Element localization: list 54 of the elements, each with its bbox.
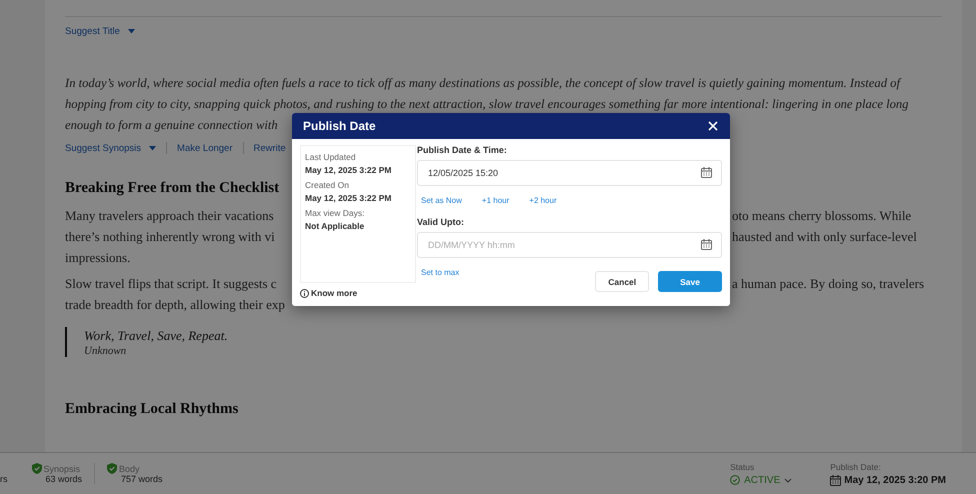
action-link[interactable]: Rewrite: [254, 142, 286, 154]
check-circle-icon: [730, 475, 740, 485]
info-label: Max view Days:: [305, 208, 365, 218]
quick-set-link[interactable]: +2 hour: [529, 196, 557, 205]
publish-date-label: Publish Date:: [830, 462, 882, 472]
section-heading: Breaking Free from the Checklist: [65, 180, 280, 197]
info-label: Last Updated: [305, 152, 356, 162]
paragraph-text: there’s nothing inherently wrong with vi: [65, 228, 275, 246]
save-button[interactable]: Save: [658, 271, 722, 292]
paragraph-text: hopping from city to city, snapping quick photos, and rushing to the next attraction, slow travel encourages something far more intentional: lingering in one place long: [65, 96, 908, 113]
quick-set-link[interactable]: +1 hour: [482, 196, 510, 205]
word-count: 757 words: [120, 474, 163, 484]
field-label: Publish Date & Time:: [417, 145, 507, 155]
date-input-field[interactable]: 12/05/2025 15:20: [417, 160, 722, 186]
paragraph-text: hausted and with only surface-level: [732, 228, 917, 246]
paragraph-text: Many travelers approach their vacations: [65, 207, 274, 225]
close-button[interactable]: [708, 121, 718, 131]
paragraph-text: Slow travel flips that script. It suggests c: [65, 275, 277, 293]
word-count: rs: [0, 474, 8, 484]
action-link[interactable]: Suggest Title: [65, 26, 135, 36]
paragraph-text: a human pace. By doing so, travelers: [732, 275, 924, 293]
status-label: Status: [730, 462, 756, 472]
action-link[interactable]: Make Longer: [177, 142, 232, 154]
info-label: Created On: [305, 180, 349, 190]
close-icon: [708, 121, 718, 131]
section-heading: Embracing Local Rhythms: [65, 401, 238, 418]
info-value: May 12, 2025 3:22 PM: [305, 165, 392, 175]
quote-text: Work, Travel, Save, Repeat.: [84, 327, 228, 345]
word-count: 63 words: [44, 474, 82, 484]
calendar-icon: [830, 474, 842, 486]
paragraph-text: oto means cherry blossoms. While: [732, 207, 912, 225]
quick-set-link[interactable]: Set as Now: [421, 196, 462, 205]
info-value: Not Applicable: [305, 221, 364, 231]
chevron-down-icon: [784, 478, 792, 482]
publish-date-value: May 12, 2025 3:20 PM: [844, 474, 946, 486]
field-label: Valid Upto:: [417, 217, 464, 227]
count-label: Body: [119, 464, 140, 474]
know-more-link[interactable]: Know more: [300, 288, 358, 298]
info-icon: [300, 288, 309, 298]
quote-author: Unknown: [84, 345, 128, 357]
paragraph-text: enough to form a genuine connection with: [65, 117, 278, 134]
paragraph-text: In today’s world, where social media often fuels a race to tick off as many destinations as possible, the concept of slow travel is quietly gaining momentum. Instead of: [65, 75, 900, 92]
quick-set-link[interactable]: Set to max: [421, 268, 460, 277]
cancel-button[interactable]: Cancel: [595, 271, 650, 292]
paragraph-text: trade breadth for depth, allowing their exp: [65, 296, 285, 314]
status-dropdown[interactable]: ACTIVE: [730, 474, 792, 486]
paragraph-text: impressions.: [65, 249, 130, 267]
action-link[interactable]: Suggest Synopsis: [65, 142, 156, 154]
calendar-icon: [701, 239, 712, 250]
info-value: May 12, 2025 3:22 PM: [305, 193, 392, 203]
count-label: Synopsis: [44, 464, 80, 474]
calendar-icon: [701, 167, 712, 178]
dialog-title: Publish Date: [303, 119, 376, 133]
date-input-field[interactable]: DD/MM/YYYY hh:mm: [417, 232, 722, 258]
